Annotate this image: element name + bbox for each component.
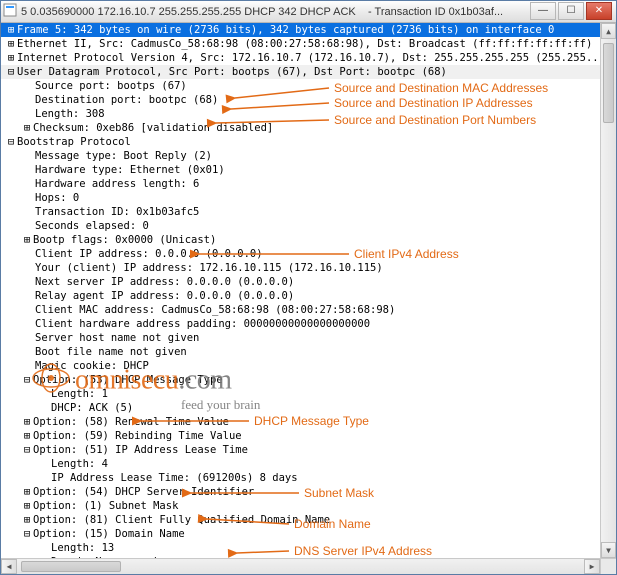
app-icon: [3, 3, 17, 20]
tree-row[interactable]: Seconds elapsed: 0: [1, 219, 616, 233]
horizontal-scrollbar[interactable]: ◀ ▶: [1, 558, 600, 574]
minimize-button[interactable]: —: [530, 2, 556, 20]
tree-row[interactable]: ⊞Option: (59) Rebinding Time Value: [1, 429, 616, 443]
tree-row[interactable]: IP Address Lease Time: (691200s) 8 days: [1, 471, 616, 485]
tree-row[interactable]: Hops: 0: [1, 191, 616, 205]
tree-row-udp[interactable]: ⊟User Datagram Protocol, Src Port: bootp…: [1, 65, 616, 79]
tree-row-frame[interactable]: ⊞Frame 5: 342 bytes on wire (2736 bits),…: [1, 23, 616, 37]
tree-row[interactable]: Length: 13: [1, 541, 616, 555]
tree-row[interactable]: ⊞Option: (1) Subnet Mask: [1, 499, 616, 513]
tree-row-ethernet[interactable]: ⊞Ethernet II, Src: CadmusCo_58:68:98 (08…: [1, 37, 616, 51]
tree-row[interactable]: Client MAC address: CadmusCo_58:68:98 (0…: [1, 303, 616, 317]
tree-row[interactable]: Transaction ID: 0x1b03afc5: [1, 205, 616, 219]
tree-row[interactable]: Message type: Boot Reply (2): [1, 149, 616, 163]
tree-row[interactable]: ⊞Option: (81) Client Fully Qualified Dom…: [1, 513, 616, 527]
tree-row[interactable]: Relay agent IP address: 0.0.0.0 (0.0.0.0…: [1, 289, 616, 303]
tree-row[interactable]: Magic cookie: DHCP: [1, 359, 616, 373]
tree-row[interactable]: ⊞Checksum: 0xeb86 [validation disabled]: [1, 121, 616, 135]
tree-row-ip[interactable]: ⊞Internet Protocol Version 4, Src: 172.1…: [1, 51, 616, 65]
scroll-down-button[interactable]: ▼: [601, 542, 616, 558]
tree-row[interactable]: ⊟Option: (15) Domain Name: [1, 527, 616, 541]
vertical-scrollbar[interactable]: ▲ ▼: [600, 23, 616, 558]
scroll-up-button[interactable]: ▲: [601, 23, 616, 39]
scroll-thumb-v[interactable]: [603, 43, 614, 123]
tree-row[interactable]: Your (client) IP address: 172.16.10.115 …: [1, 261, 616, 275]
tree-row[interactable]: Client IP address: 0.0.0.0 (0.0.0.0): [1, 247, 616, 261]
tree-row[interactable]: Length: 308: [1, 107, 616, 121]
scroll-right-button[interactable]: ▶: [584, 559, 600, 574]
tree-row[interactable]: Hardware address length: 6: [1, 177, 616, 191]
window-title: 5 0.035690000 172.16.10.7 255.255.255.25…: [21, 6, 528, 18]
maximize-button[interactable]: ☐: [558, 2, 584, 20]
tree-row[interactable]: ⊞Option: (58) Renewal Time Value: [1, 415, 616, 429]
scrollbar-corner: [600, 558, 616, 574]
tree-row[interactable]: ⊟Option: (53) DHCP Message Type: [1, 373, 616, 387]
tree-row[interactable]: Next server IP address: 0.0.0.0 (0.0.0.0…: [1, 275, 616, 289]
tree-row[interactable]: Destination port: bootpc (68): [1, 93, 616, 107]
tree-row-bootstrap[interactable]: ⊟Bootstrap Protocol: [1, 135, 616, 149]
tree-row[interactable]: Length: 4: [1, 457, 616, 471]
window-titlebar: 5 0.035690000 172.16.10.7 255.255.255.25…: [1, 1, 616, 23]
tree-row[interactable]: Length: 1: [1, 387, 616, 401]
tree-row[interactable]: Client hardware address padding: 0000000…: [1, 317, 616, 331]
tree-row[interactable]: ⊞Bootp flags: 0x0000 (Unicast): [1, 233, 616, 247]
scroll-thumb-h[interactable]: [21, 561, 121, 572]
close-button[interactable]: ✕: [586, 2, 612, 20]
tree-row[interactable]: DHCP: ACK (5): [1, 401, 616, 415]
tree-row[interactable]: ⊞Option: (54) DHCP Server Identifier: [1, 485, 616, 499]
scroll-left-button[interactable]: ◀: [1, 559, 17, 574]
tree-row[interactable]: ⊟Option: (51) IP Address Lease Time: [1, 443, 616, 457]
packet-details-pane: ⊞Frame 5: 342 bytes on wire (2736 bits),…: [1, 23, 616, 574]
tree-row[interactable]: Server host name not given: [1, 331, 616, 345]
tree-row[interactable]: Source port: bootps (67): [1, 79, 616, 93]
tree-row[interactable]: Hardware type: Ethernet (0x01): [1, 163, 616, 177]
tree-row[interactable]: Boot file name not given: [1, 345, 616, 359]
